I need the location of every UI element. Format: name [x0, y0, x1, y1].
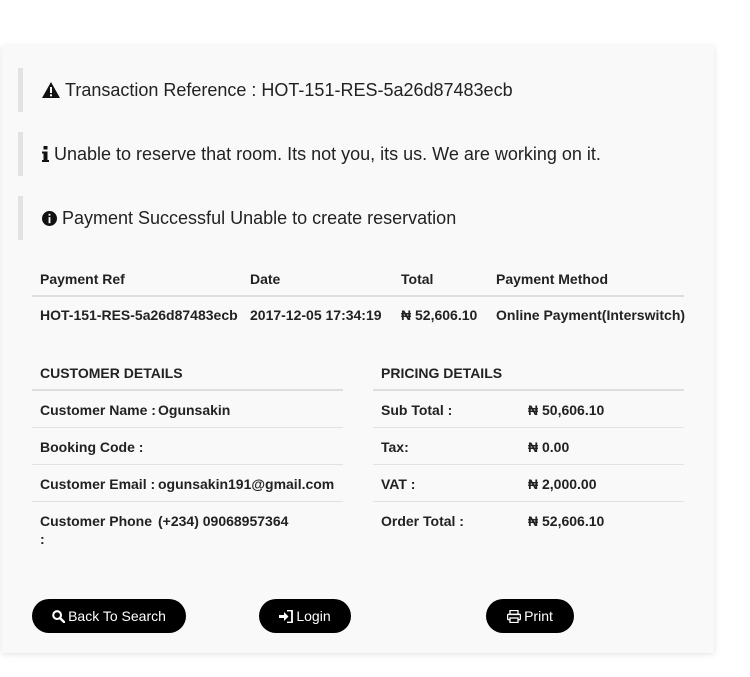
- table-row: HOT-151-RES-5a26d87483ecb 2017-12-05 17:…: [32, 297, 686, 333]
- print-icon: [507, 609, 522, 623]
- customer-details: CUSTOMER DETAILS Customer Name : Ogunsak…: [32, 356, 343, 550]
- total-cell: ₦ 52,606.10: [401, 307, 478, 323]
- warning-triangle-icon: [42, 82, 60, 98]
- info-text: Unable to reserve that room. Its not you…: [54, 143, 601, 164]
- customer-name-row: Customer Name : Ogunsakin: [32, 391, 343, 428]
- search-icon: [52, 609, 66, 623]
- column-total: Total: [401, 270, 434, 287]
- customer-name-label: Customer Name :: [40, 402, 156, 418]
- vat-row: VAT : ₦ 2,000.00: [373, 465, 684, 502]
- pricing-details-heading: PRICING DETAILS: [373, 356, 684, 391]
- info-icon: [42, 146, 49, 162]
- back-to-search-button[interactable]: Back To Search: [32, 599, 186, 633]
- sub-total-label: Sub Total :: [381, 402, 453, 418]
- order-total-value: ₦ 52,606.10: [528, 513, 605, 529]
- tax-value: ₦ 0.00: [528, 439, 570, 455]
- column-date: Date: [250, 270, 281, 287]
- info-circle-icon: [42, 210, 57, 226]
- customer-details-heading: CUSTOMER DETAILS: [32, 356, 343, 391]
- status-alert: Payment Successful Unable to create rese…: [18, 196, 698, 240]
- info-alert: Unable to reserve that room. Its not you…: [18, 132, 698, 176]
- back-to-search-label: Back To Search: [68, 608, 166, 624]
- payment-ref-cell: HOT-151-RES-5a26d87483ecb: [40, 307, 238, 323]
- sub-total-value: ₦ 50,606.10: [528, 402, 605, 418]
- print-label: Print: [524, 608, 553, 624]
- order-total-label: Order Total :: [381, 513, 464, 529]
- booking-code-row: Booking Code :: [32, 428, 343, 465]
- customer-email-value: ogunsakin191@gmail.com: [158, 476, 335, 492]
- date-cell: 2017-12-05 17:34:19: [250, 307, 382, 323]
- vat-label: VAT :: [381, 476, 416, 492]
- customer-phone-row: Customer Phone : (+234) 09068957364: [32, 502, 343, 550]
- print-button[interactable]: Print: [486, 599, 574, 633]
- booking-code-label: Booking Code :: [40, 439, 144, 455]
- payment-method-cell: Online Payment(Interswitch): [496, 307, 686, 323]
- tax-row: Tax: ₦ 0.00: [373, 428, 684, 465]
- column-payment-method: Payment Method: [496, 270, 609, 287]
- column-payment-ref: Payment Ref: [40, 270, 125, 287]
- customer-name-value: Ogunsakin: [158, 402, 231, 418]
- login-button[interactable]: Login: [259, 599, 351, 633]
- customer-email-row: Customer Email : ogunsakin191@gmail.com: [32, 465, 343, 502]
- sub-total-row: Sub Total : ₦ 50,606.10: [373, 391, 684, 428]
- order-total-row: Order Total : ₦ 52,606.10: [373, 502, 684, 538]
- payment-table-header: Payment Ref Date Total Payment Method: [32, 262, 684, 297]
- transaction-reference-text: Transaction Reference : HOT-151-RES-5a26…: [65, 79, 513, 100]
- transaction-card: Transaction Reference : HOT-151-RES-5a26…: [2, 46, 714, 653]
- transaction-reference-alert: Transaction Reference : HOT-151-RES-5a26…: [18, 68, 698, 112]
- customer-email-label: Customer Email :: [40, 476, 156, 492]
- tax-label: Tax:: [381, 439, 409, 455]
- payment-table: Payment Ref Date Total Payment Method HO…: [32, 262, 686, 333]
- status-text: Payment Successful Unable to create rese…: [62, 207, 457, 228]
- customer-phone-label: Customer Phone :: [40, 513, 153, 547]
- vat-value: ₦ 2,000.00: [528, 476, 597, 492]
- pricing-details: PRICING DETAILS Sub Total : ₦ 50,606.10 …: [373, 356, 684, 538]
- customer-phone-value: (+234) 09068957364: [158, 513, 289, 529]
- login-label: Login: [296, 608, 331, 624]
- sign-in-icon: [279, 609, 294, 623]
